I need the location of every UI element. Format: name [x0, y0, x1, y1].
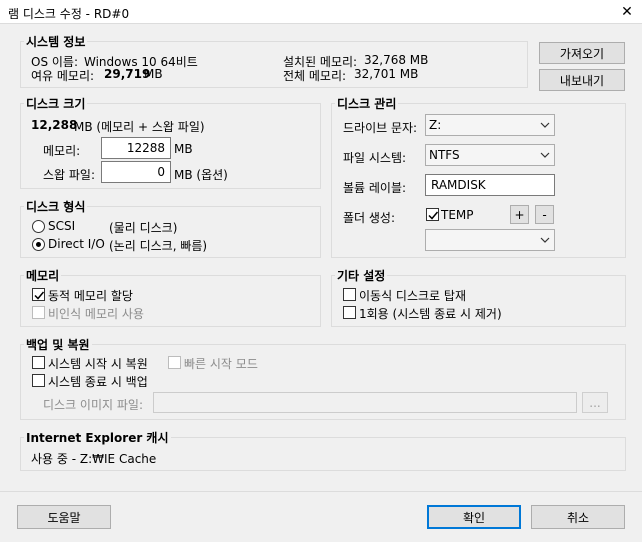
nonpaged-memory-label: 비인식 메모리 사용 — [48, 307, 144, 321]
disk-size-total-value: 12,288 — [31, 118, 78, 132]
direct-io-desc: (논리 디스크, 빠름) — [109, 239, 208, 253]
file-system-value: NTFS — [429, 148, 460, 162]
swap-size-input[interactable]: 0 — [101, 161, 171, 183]
title-bar: 램 디스크 수정 - RD#0 ✕ — [0, 0, 642, 24]
scsi-label[interactable]: SCSI — [48, 219, 75, 233]
restore-on-start-checkbox[interactable] — [32, 356, 45, 369]
fast-start-label: 빠른 시작 모드 — [184, 357, 258, 371]
other-settings-title: 기타 설정 — [335, 267, 388, 284]
scsi-desc: (물리 디스크) — [109, 221, 178, 235]
memory-size-label: 메모리: — [43, 144, 81, 158]
disk-manage-title: 디스크 관리 — [335, 95, 399, 112]
file-system-label: 파일 시스템: — [343, 151, 407, 165]
backup-on-shutdown-checkbox[interactable] — [32, 374, 45, 387]
total-memory-value: 32,701 MB — [354, 67, 419, 81]
help-button[interactable]: 도움말 — [17, 505, 111, 529]
temp-folder-checkbox[interactable] — [426, 208, 439, 221]
drive-letter-value: Z: — [429, 118, 442, 132]
backup-on-shutdown-label[interactable]: 시스템 종료 시 백업 — [48, 373, 148, 390]
disk-type-title: 디스크 형식 — [24, 198, 88, 215]
check-icon — [34, 291, 45, 300]
memory-size-unit: MB — [174, 142, 193, 156]
swap-size-label: 스왑 파일: — [43, 168, 96, 182]
total-memory-label: 전체 메모리: — [283, 69, 347, 83]
free-memory-unit: MB — [144, 67, 163, 81]
window-title: 램 디스크 수정 - RD#0 — [8, 7, 130, 21]
removable-disk-label[interactable]: 이동식 디스크로 탑재 — [359, 287, 466, 304]
dynamic-memory-checkbox[interactable] — [32, 288, 45, 301]
direct-io-radio[interactable] — [32, 238, 45, 251]
one-time-label[interactable]: 1회용 (시스템 종료 시 제거) — [359, 305, 502, 322]
system-info-title: 시스템 정보 — [24, 33, 88, 50]
restore-on-start-label[interactable]: 시스템 시작 시 복원 — [48, 355, 148, 372]
scsi-radio[interactable] — [32, 220, 45, 233]
volume-label-input[interactable]: RAMDISK — [425, 174, 555, 196]
installed-memory-value: 32,768 MB — [364, 53, 429, 67]
volume-label-label: 볼륨 레이블: — [343, 181, 407, 195]
disk-size-title: 디스크 크기 — [24, 95, 88, 112]
file-system-select[interactable]: NTFS — [425, 144, 555, 166]
chevron-down-icon — [540, 145, 550, 165]
disk-size-total-desc: MB (메모리 + 스왑 파일) — [74, 120, 205, 134]
browse-button: ... — [582, 392, 608, 413]
swap-size-unit: MB (옵션) — [174, 168, 228, 182]
fast-start-checkbox — [168, 356, 181, 369]
cancel-button[interactable]: 취소 — [531, 505, 625, 529]
removable-disk-checkbox[interactable] — [343, 288, 356, 301]
chevron-down-icon — [540, 230, 550, 250]
export-button[interactable]: 내보내기 — [539, 69, 625, 91]
drive-letter-select[interactable]: Z: — [425, 114, 555, 136]
radio-selected-dot — [36, 242, 41, 247]
chevron-down-icon — [540, 115, 550, 135]
ie-cache-status: 사용 중 - Z:₩IE Cache — [31, 452, 157, 466]
add-folder-button[interactable]: + — [510, 205, 529, 224]
drive-letter-label: 드라이브 문자: — [343, 121, 418, 135]
disk-image-input — [153, 392, 577, 413]
remove-folder-button[interactable]: - — [535, 205, 554, 224]
backup-title: 백업 및 복원 — [24, 336, 92, 353]
dynamic-memory-label[interactable]: 동적 메모리 할당 — [48, 287, 133, 304]
temp-folder-label[interactable]: TEMP — [441, 208, 474, 222]
close-icon[interactable]: ✕ — [612, 0, 642, 24]
direct-io-label[interactable]: Direct I/O — [48, 237, 105, 251]
free-memory-label: 여유 메모리: — [31, 69, 95, 83]
folder-list-select[interactable] — [425, 229, 555, 251]
disk-image-label: 디스크 이미지 파일: — [43, 398, 143, 412]
ok-button[interactable]: 확인 — [427, 505, 521, 529]
ie-cache-title: Internet Explorer 캐시 — [24, 429, 171, 446]
footer-divider — [0, 491, 642, 492]
one-time-checkbox[interactable] — [343, 306, 356, 319]
create-folder-label: 폴더 생성: — [343, 211, 396, 225]
import-button[interactable]: 가져오기 — [539, 42, 625, 64]
memory-size-input[interactable]: 12288 — [101, 137, 171, 159]
nonpaged-memory-checkbox — [32, 306, 45, 319]
memory-title: 메모리 — [24, 267, 62, 284]
check-icon — [428, 211, 439, 220]
